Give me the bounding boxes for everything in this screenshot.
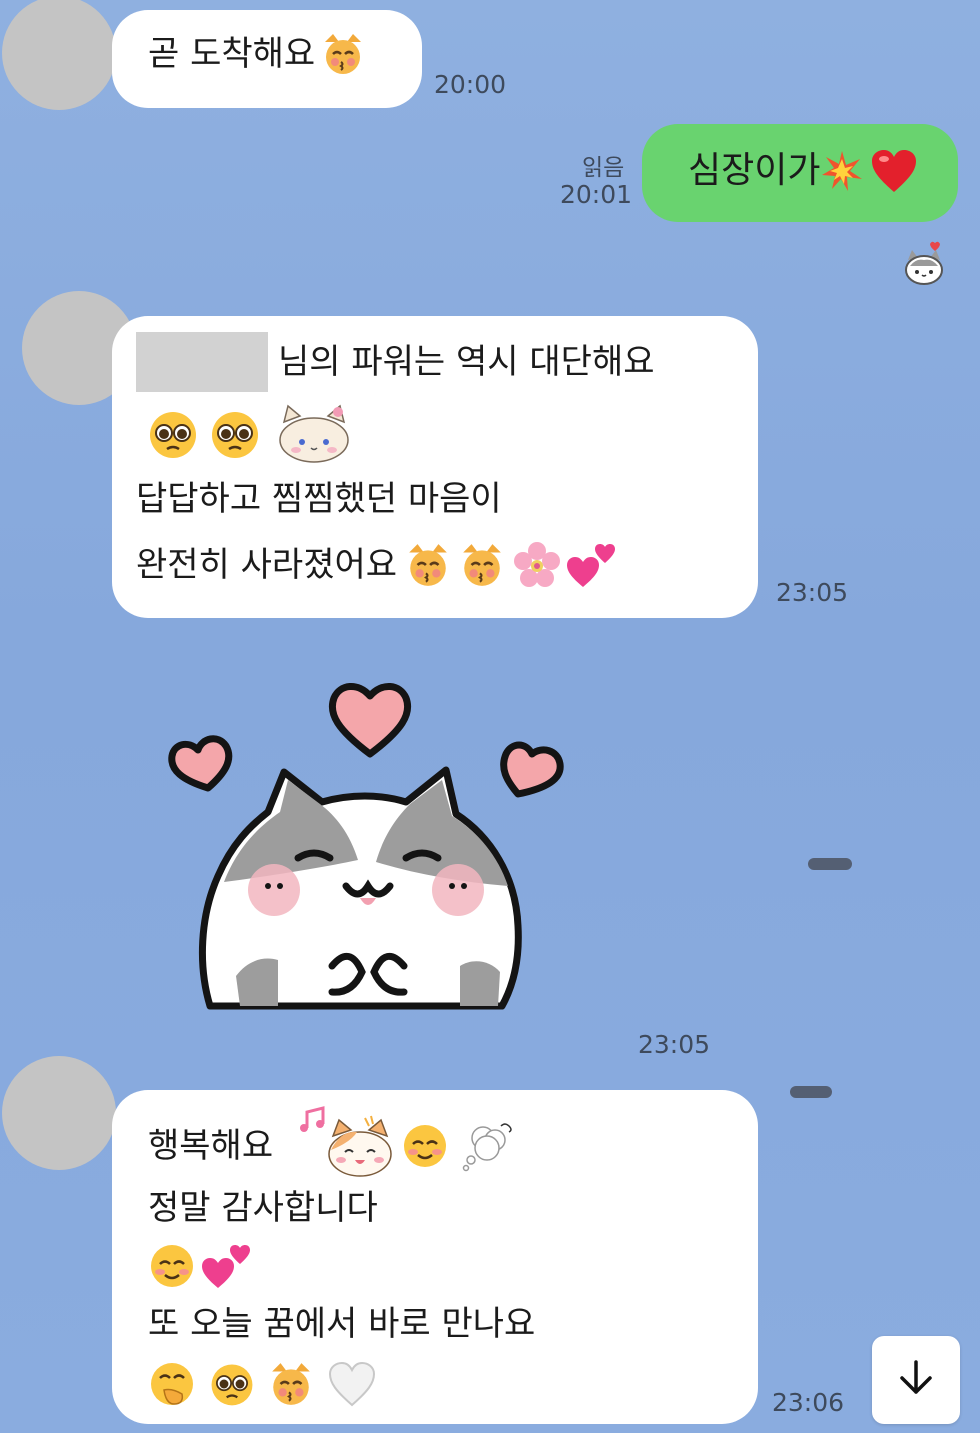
pleading-face-emoji-icon [208, 407, 262, 461]
cat-heart-sticker[interactable] [160, 676, 580, 1026]
message-text: 완전히 사라졌어요 [136, 544, 398, 585]
red-heart-emoji-icon [870, 148, 918, 194]
kissing-cat-emoji-icon [268, 1361, 314, 1407]
background-smudge [790, 1086, 832, 1098]
two-hearts-emoji-icon [202, 1242, 252, 1290]
pleading-face-emoji-icon [146, 407, 200, 461]
arrow-down-icon [894, 1356, 938, 1404]
avatar[interactable] [2, 1056, 116, 1170]
message-text: 곧 도착해요 [148, 33, 316, 74]
hand-over-mouth-emoji-icon [148, 1360, 196, 1408]
message-text: 답답하고 찜찜했던 마음이 [136, 478, 502, 519]
cherry-blossom-emoji-icon [513, 541, 561, 589]
kissing-cat-emoji-icon [459, 542, 505, 588]
two-hearts-emoji-icon [567, 541, 617, 589]
message-time: 23:05 [776, 578, 849, 607]
background-smudge [808, 858, 852, 870]
smiling-face-emoji-icon [401, 1122, 449, 1170]
reaction-cat-heart-icon[interactable] [902, 238, 946, 286]
message-text: 님의 파워는 역시 대단해요 [278, 341, 655, 382]
message-text: 정말 감사합니다 [148, 1187, 378, 1228]
message-text: 또 오늘 꿈에서 바로 만나요 [148, 1303, 536, 1344]
thought-bubble-icon [461, 1120, 517, 1172]
message-time: 20:01 [560, 180, 633, 209]
kissing-cat-emoji-icon [405, 542, 451, 588]
smiling-face-emoji-icon [148, 1242, 196, 1290]
pleading-face-emoji-icon [208, 1360, 256, 1408]
read-receipt: 읽음 [582, 155, 625, 181]
my-message-bubble[interactable]: 심장이가 [642, 124, 958, 222]
message-text: 행복해요 [148, 1125, 274, 1166]
message-bubble[interactable]: 행복해요 정말 감사합니다 또 오늘 꿈에서 바로 만나요 [112, 1090, 758, 1424]
message-bubble[interactable]: 곧 도착해요 [112, 10, 422, 108]
kissing-cat-emoji-icon [321, 32, 365, 76]
avatar[interactable] [2, 0, 116, 110]
happy-calico-cat-icon [325, 1114, 395, 1178]
white-heart-emoji-icon [328, 1361, 376, 1407]
redacted-name [136, 332, 268, 392]
music-note-icon [299, 1106, 325, 1134]
cream-cat-face-icon [274, 402, 354, 466]
message-time: 23:06 [772, 1388, 845, 1417]
scroll-to-bottom-button[interactable] [872, 1336, 960, 1424]
collision-emoji-icon [820, 149, 864, 193]
message-time: 20:00 [434, 70, 507, 99]
message-bubble[interactable]: 님의 파워는 역시 대단해요 답답하고 찜찜했던 마음이 완전히 사라졌어요 [112, 316, 758, 618]
message-time: 23:05 [638, 1030, 711, 1059]
message-text: 심장이가 [688, 150, 821, 192]
